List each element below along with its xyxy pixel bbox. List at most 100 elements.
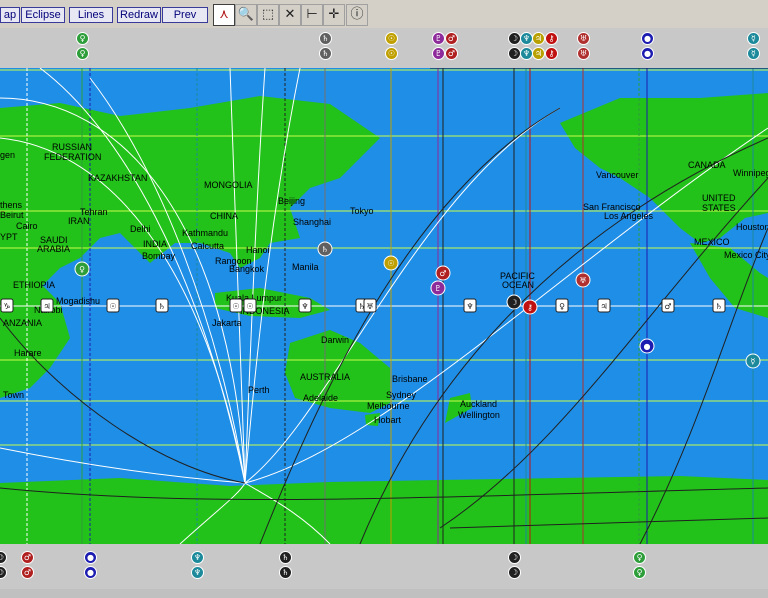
- bottom-marker-venus-lower[interactable]: ♀: [633, 566, 646, 579]
- eq-glyph-14[interactable]: ♄: [712, 298, 726, 313]
- svg-text:♃: ♃: [600, 302, 607, 311]
- map-label: Adelaide: [303, 393, 338, 403]
- map-label: Mogadishu: [56, 296, 100, 306]
- svg-text:⚷: ⚷: [527, 303, 533, 312]
- top-marker-venus-lower[interactable]: ♀: [76, 47, 89, 60]
- map-label: Jakarta: [212, 318, 242, 328]
- planet-saturn-icon[interactable]: ♄: [317, 241, 333, 257]
- world-map[interactable]: RUSSIANFEDERATION gen KAZAKHSTAN MONGOLIA th…: [0, 68, 768, 544]
- bottom-marker-neptune-lower[interactable]: ♆: [191, 566, 204, 579]
- map-label: Melbourne: [367, 401, 410, 411]
- zoom-icon[interactable]: 🔍: [235, 4, 257, 26]
- map-label: Perth: [248, 385, 270, 395]
- crosshair-icon[interactable]: ✛: [323, 4, 345, 26]
- top-marker-pluto-lower[interactable]: ♇: [432, 47, 445, 60]
- bottom-marker-moon[interactable]: ☽: [0, 551, 7, 564]
- bottom-marker-moon-2-lower[interactable]: ☽: [508, 566, 521, 579]
- map-button[interactable]: ap: [0, 7, 20, 23]
- map-label: Vancouver: [596, 170, 638, 180]
- top-marker-mercury-lower[interactable]: ☿: [747, 47, 760, 60]
- top-marker-chiron[interactable]: ⚷: [545, 32, 558, 45]
- eclipse-button[interactable]: Eclipse: [21, 7, 65, 23]
- bottom-marker-mars-lower[interactable]: ♂: [21, 566, 34, 579]
- top-marker-mercury[interactable]: ☿: [747, 32, 760, 45]
- eq-glyph-4[interactable]: ♄: [155, 298, 169, 313]
- map-label: Beirut: [0, 210, 24, 220]
- info-icon[interactable]: ⓘ: [346, 4, 368, 26]
- top-marker-node-lower[interactable]: ●: [641, 47, 654, 60]
- eq-glyph-6[interactable]: ☉: [243, 298, 257, 313]
- top-marker-venus[interactable]: ♀: [76, 32, 89, 45]
- svg-text:♀: ♀: [559, 302, 565, 311]
- svg-text:♃: ♃: [43, 302, 50, 311]
- svg-text:♆: ♆: [466, 302, 473, 311]
- planet-moon-icon[interactable]: ☽: [506, 294, 522, 310]
- eq-glyph-5[interactable]: ☉: [229, 298, 243, 313]
- top-marker-chiron-lower[interactable]: ⚷: [545, 47, 558, 60]
- map-label: Shanghai: [293, 217, 331, 227]
- bottom-marker-node[interactable]: ●: [84, 551, 97, 564]
- planet-pluto-icon[interactable]: ♇: [430, 280, 446, 296]
- bottom-marker-saturn-lower[interactable]: ♄: [279, 566, 292, 579]
- map-label: CHINA: [210, 211, 238, 221]
- svg-text:♇: ♇: [434, 284, 441, 293]
- svg-text:☿: ☿: [751, 357, 756, 366]
- svg-text:☉: ☉: [246, 302, 253, 311]
- bottom-marker-saturn[interactable]: ♄: [279, 551, 292, 564]
- top-marker-mars-lower[interactable]: ♂: [445, 47, 458, 60]
- map-label: thens: [0, 200, 23, 210]
- map-label: Bombay: [142, 251, 176, 261]
- bottom-marker-mars[interactable]: ♂: [21, 551, 34, 564]
- eq-glyph-2[interactable]: ♃: [40, 298, 54, 313]
- eq-glyph-9[interactable]: ♅: [363, 298, 377, 313]
- eq-glyph-7[interactable]: ♆: [298, 298, 312, 313]
- map-label: Hobart: [374, 415, 402, 425]
- redraw-button[interactable]: Redraw: [117, 7, 161, 23]
- astro-line-tool-icon[interactable]: ⋏: [213, 4, 235, 26]
- line-tool-icon[interactable]: ⊢: [301, 4, 323, 26]
- eq-glyph-12[interactable]: ♃: [597, 298, 611, 313]
- top-marker-saturn[interactable]: ♄: [319, 32, 332, 45]
- svg-text:♄: ♄: [158, 302, 165, 311]
- svg-text:♄: ♄: [715, 302, 722, 311]
- top-marker-sun[interactable]: ☉: [385, 32, 398, 45]
- planet-uranus-icon[interactable]: ♅: [575, 272, 591, 288]
- prev-button[interactable]: Prev: [162, 7, 208, 23]
- top-marker-jupiter[interactable]: ♃: [532, 32, 545, 45]
- bottom-marker-node-lower[interactable]: ●: [84, 566, 97, 579]
- top-marker-jupiter-lower[interactable]: ♃: [532, 47, 545, 60]
- bottom-marker-moon-2[interactable]: ☽: [508, 551, 521, 564]
- top-marker-node[interactable]: ●: [641, 32, 654, 45]
- planet-node-icon[interactable]: ●: [639, 338, 655, 354]
- bottom-marker-moon-lower[interactable]: ☽: [0, 566, 7, 579]
- eq-glyph-11[interactable]: ♀: [555, 298, 569, 313]
- lines-button[interactable]: Lines: [69, 7, 113, 23]
- top-marker-uranus-lower[interactable]: ♅: [577, 47, 590, 60]
- top-marker-strip: ♀ ♀ ♄ ♄ ☉ ☉ ♇ ♇ ♂ ♂ ☽ ☽ ♆ ♆ ♃ ♃ ⚷ ⚷ ♅ ♅ ● ● ☿ ☿: [0, 28, 768, 68]
- map-label: MONGOLIA: [204, 180, 253, 190]
- map-label: AUSTRALIA: [300, 372, 350, 382]
- planet-mars-icon[interactable]: ♂: [435, 265, 451, 281]
- eq-glyph-3[interactable]: ☉: [106, 298, 120, 313]
- top-marker-saturn-lower[interactable]: ♄: [319, 47, 332, 60]
- map-label: Sydney: [386, 390, 417, 400]
- svg-text:☉: ☉: [387, 259, 394, 268]
- planet-venus-icon[interactable]: ♀: [74, 261, 90, 277]
- top-marker-mars[interactable]: ♂: [445, 32, 458, 45]
- zoom-extent-icon[interactable]: ⬚: [257, 4, 279, 26]
- bottom-marker-venus[interactable]: ♀: [633, 551, 646, 564]
- eq-glyph-1[interactable]: ♑: [0, 298, 14, 313]
- cross-icon[interactable]: ✕: [279, 4, 301, 26]
- map-label: Darwin: [321, 335, 349, 345]
- map-label: Tokyo: [350, 206, 374, 216]
- planet-mercury-icon[interactable]: ☿: [745, 353, 761, 369]
- bottom-marker-neptune[interactable]: ♆: [191, 551, 204, 564]
- planet-sun-icon[interactable]: ☉: [383, 255, 399, 271]
- top-marker-pluto[interactable]: ♇: [432, 32, 445, 45]
- eq-glyph-10[interactable]: ♆: [463, 298, 477, 313]
- map-label: FEDERATION: [44, 152, 101, 162]
- planet-chiron-icon[interactable]: ⚷: [522, 299, 538, 315]
- top-marker-uranus[interactable]: ♅: [577, 32, 590, 45]
- top-marker-sun-lower[interactable]: ☉: [385, 47, 398, 60]
- eq-glyph-13[interactable]: ♂: [661, 298, 675, 313]
